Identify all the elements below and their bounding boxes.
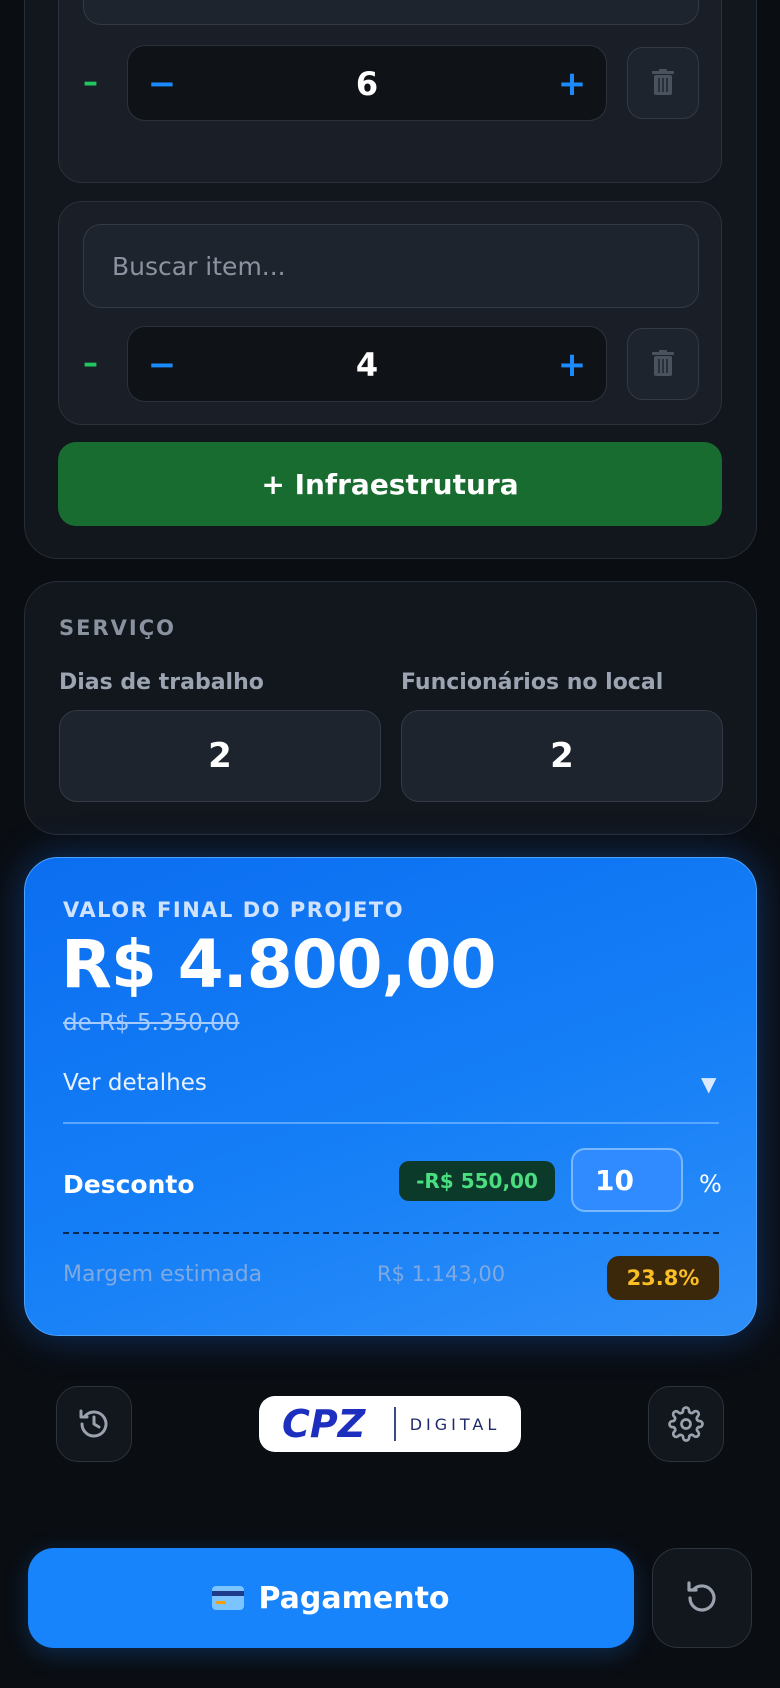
- days-label: Dias de trabalho: [59, 670, 264, 695]
- service-section: SERVIÇO Dias de trabalho Funcionários no…: [24, 581, 757, 835]
- margin-percent-badge: 23.8%: [607, 1256, 719, 1300]
- summary-caption: VALOR FINAL DO PROJETO: [63, 898, 405, 922]
- project-summary-card: VALOR FINAL DO PROJETO R$ 4.800,00 de R$…: [24, 857, 757, 1336]
- history-icon: [79, 1409, 108, 1438]
- staff-label: Funcionários no local: [401, 670, 664, 695]
- item-card: Buscar item... – − 6 +: [58, 0, 722, 183]
- reset-button[interactable]: [652, 1548, 752, 1648]
- cpz-digital-logo: CPZ DIGITAL: [259, 1396, 521, 1452]
- logo-brand: CPZ: [282, 1404, 367, 1444]
- gear-icon: [668, 1406, 704, 1442]
- logo-divider: [393, 1407, 396, 1441]
- margin-value: R$ 1.143,00: [377, 1262, 506, 1286]
- remove-item-button[interactable]: –: [83, 348, 107, 380]
- final-value: R$ 4.800,00: [61, 926, 496, 1003]
- delete-item-button[interactable]: [627, 328, 699, 400]
- original-value: de R$ 5.350,00: [63, 1010, 240, 1036]
- item-quantity-row: – − 6 +: [59, 45, 723, 121]
- item-quantity-row: – − 4 +: [59, 326, 723, 402]
- days-input[interactable]: 2: [59, 710, 381, 802]
- delete-item-button[interactable]: [627, 47, 699, 119]
- discount-percent-input[interactable]: [571, 1148, 683, 1212]
- increment-button[interactable]: +: [552, 345, 592, 385]
- item-search-input[interactable]: Buscar item...: [83, 224, 699, 308]
- service-title: SERVIÇO: [59, 616, 176, 640]
- decrement-button[interactable]: −: [142, 64, 182, 104]
- history-button[interactable]: [56, 1386, 132, 1462]
- discount-amount-badge: -R$ 550,00: [399, 1161, 555, 1201]
- item-card: Buscar item... – − 4 +: [58, 201, 722, 425]
- logo-suffix: DIGITAL: [409, 1414, 501, 1434]
- discount-label: Desconto: [63, 1170, 195, 1199]
- decrement-button[interactable]: −: [142, 345, 182, 385]
- item-search-input[interactable]: Buscar item...: [83, 0, 699, 25]
- quantity-stepper: − 4 +: [127, 326, 607, 402]
- quantity-stepper: − 6 +: [127, 45, 607, 121]
- remove-item-button[interactable]: –: [83, 67, 107, 99]
- margin-label: Margem estimada: [63, 1262, 263, 1287]
- payment-button[interactable]: Pagamento: [28, 1548, 634, 1648]
- cpz-logo-mark: CPZ: [282, 1404, 367, 1444]
- payment-label: Pagamento: [258, 1580, 450, 1616]
- staff-input[interactable]: 2: [401, 710, 723, 802]
- quantity-value[interactable]: 4: [188, 327, 546, 403]
- quantity-value[interactable]: 6: [188, 46, 546, 122]
- reset-icon: [687, 1581, 716, 1612]
- chevron-down-icon[interactable]: ▼: [701, 1072, 716, 1096]
- credit-card-icon: [212, 1586, 245, 1610]
- increment-button[interactable]: +: [552, 64, 592, 104]
- trash-icon: [652, 350, 674, 376]
- details-toggle[interactable]: Ver detalhes: [63, 1070, 207, 1096]
- settings-button[interactable]: [648, 1386, 724, 1462]
- add-infrastructure-button[interactable]: + Infraestrutura: [58, 442, 722, 526]
- percent-symbol: %: [699, 1170, 722, 1198]
- dashed-divider: [63, 1232, 719, 1234]
- trash-icon: [652, 69, 674, 95]
- divider: [63, 1122, 719, 1124]
